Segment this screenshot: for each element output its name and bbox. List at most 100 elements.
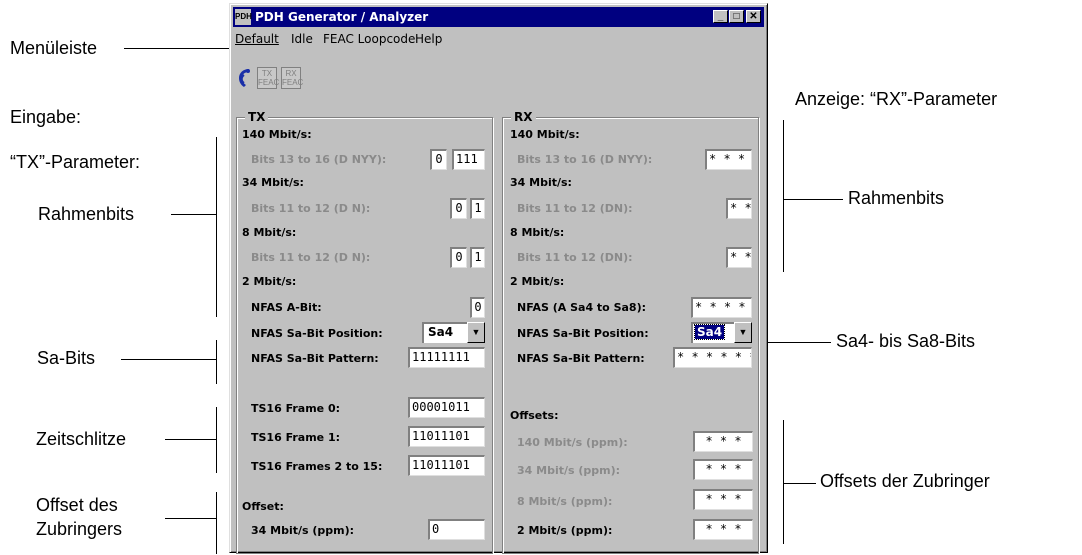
tx-nfas-a-label: NFAS A-Bit:: [251, 301, 322, 314]
app-icon: PDH: [235, 9, 252, 25]
tx-sa-position-label: NFAS Sa-Bit Position:: [251, 327, 383, 340]
tx-8-n-field[interactable]: 1: [470, 247, 485, 268]
tx-timeslots-leader: [165, 439, 216, 440]
rx-offsets-heading: Offsets:: [510, 409, 559, 422]
rx-sa-position-text: Sa4: [693, 324, 726, 340]
tx-ts16-f0-field[interactable]: 00001011: [408, 397, 485, 418]
tx-ts16-f2-label: TS16 Frames 2 to 15:: [251, 460, 383, 473]
tx-timeslots-bracket: [216, 407, 217, 473]
chevron-down-icon[interactable]: ▼: [467, 322, 485, 343]
rx-frame-bits-bracket: [783, 120, 784, 272]
rx-34-heading: 34 Mbit/s:: [510, 176, 572, 189]
maximize-button[interactable]: □: [729, 10, 744, 23]
rx-frame-bits-leader: [783, 199, 843, 200]
tx-8-heading: 8 Mbit/s:: [242, 226, 297, 239]
menu-idle[interactable]: Idle: [291, 32, 313, 46]
input-annotation-line2: “TX”-Parameter:: [10, 152, 141, 172]
tx-34-bits-label: Bits 11 to 12 (D N):: [251, 202, 371, 215]
menubar-leader-line: [124, 48, 229, 49]
rx-display-annotation: Anzeige: “RX”-Parameter: [795, 89, 998, 109]
tx-140-bits-label: Bits 13 to 16 (D NYY):: [251, 153, 387, 166]
rx-nfas-label: NFAS (A Sa4 to Sa8):: [517, 301, 646, 314]
tx-sa-bits-bracket: [216, 340, 217, 384]
tx-sa-pattern-field[interactable]: 11111111: [408, 347, 485, 368]
tx-34-heading: 34 Mbit/s:: [242, 176, 304, 189]
tx-offset-annotation-line1: Offset des: [36, 495, 118, 515]
rx-sa-bits-annotation: Sa4- bis Sa8-Bits: [836, 331, 976, 351]
rx-feac-icon[interactable]: RX FEAC: [281, 67, 304, 89]
rx-sa-position-label: NFAS Sa-Bit Position:: [517, 327, 649, 340]
rx-group: RX 140 Mbit/s: Bits 13 to 16 (D NYY): * …: [502, 110, 759, 554]
tx-sa-bits-leader: [121, 359, 216, 360]
rx-off34-field: * * *: [693, 459, 753, 480]
tx-feac-line1: TX: [261, 69, 273, 78]
tx-nfas-a-field[interactable]: 0: [470, 297, 485, 318]
tx-offset-heading: Offset:: [242, 500, 284, 513]
rx-2-heading: 2 Mbit/s:: [510, 275, 565, 288]
rx-off2-field: * * *: [693, 519, 753, 540]
rx-8-bits-field: * *: [726, 247, 752, 268]
rx-group-title: RX: [511, 110, 536, 124]
tx-140-d-field[interactable]: 0: [430, 149, 447, 170]
chevron-down-icon[interactable]: ▼: [734, 322, 752, 343]
rx-offsets-annotation: Offsets der Zubringer: [820, 471, 990, 491]
rx-34-bits-field: * *: [726, 198, 752, 219]
tx-frame-bits-annotation: Rahmenbits: [38, 204, 135, 224]
rx-off140-label: 140 Mbit/s (ppm):: [517, 436, 628, 449]
rx-offsets-leader: [783, 483, 816, 484]
rx-off140-field: * * *: [693, 431, 753, 452]
rx-8-bits-label: Bits 11 to 12 (DN):: [517, 251, 633, 264]
rx-140-bits-field: * * * *: [705, 149, 752, 170]
rx-off2-label: 2 Mbit/s (ppm):: [517, 524, 613, 537]
menu-feac-loopcode[interactable]: FEAC Loopcode: [323, 32, 415, 46]
tx-2-heading: 2 Mbit/s:: [242, 275, 297, 288]
tx-feac-line2: FEAC: [258, 78, 280, 87]
input-annotation-line1: Eingabe:: [10, 107, 82, 127]
rx-140-bits-label: Bits 13 to 16 (D NYY):: [517, 153, 653, 166]
tx-sa-position-value: Sa4: [422, 322, 467, 343]
menu-help[interactable]: Help: [415, 32, 442, 46]
rx-feac-line2: FEAC: [282, 78, 304, 87]
tx-offset34-field[interactable]: 0: [428, 519, 485, 540]
tx-offset-leader: [165, 518, 216, 519]
tx-34-d-field[interactable]: 0: [450, 198, 467, 219]
tx-sa-position-select[interactable]: Sa4 ▼: [422, 322, 485, 343]
tx-8-d-field[interactable]: 0: [450, 247, 467, 268]
tx-sa-bits-annotation: Sa-Bits: [37, 348, 96, 368]
rx-sa-bits-leader: [757, 342, 831, 343]
rx-sa-pattern-field: * * * * * * * *: [673, 347, 752, 368]
tx-ts16-f2-field[interactable]: 11011101: [408, 455, 485, 476]
rx-off34-label: 34 Mbit/s (ppm):: [517, 464, 621, 477]
tx-ts16-f1-label: TS16 Frame 1:: [251, 431, 341, 444]
rx-nfas-field: * * * * *: [691, 297, 752, 318]
tx-sa-pattern-label: NFAS Sa-Bit Pattern:: [251, 352, 379, 365]
tx-ts16-f1-field[interactable]: 11011101: [408, 426, 485, 447]
rx-off8-field: * * *: [693, 489, 753, 510]
tx-140-nyy-field[interactable]: 111: [452, 149, 485, 170]
window-title: PDH Generator / Analyzer: [255, 10, 429, 24]
tx-timeslots-annotation: Zeitschlitze: [36, 429, 127, 449]
menu-bar: Default Idle FEAC Loopcode Help: [233, 29, 764, 49]
analyzer-logo-icon[interactable]: [235, 67, 253, 89]
tx-group-title: TX: [245, 110, 269, 124]
tx-offset34-label: 34 Mbit/s (ppm):: [251, 524, 355, 537]
rx-off8-label: 8 Mbit/s (ppm):: [517, 495, 613, 508]
rx-140-heading: 140 Mbit/s:: [510, 128, 580, 141]
menu-default[interactable]: Default: [235, 32, 279, 46]
tx-offset-annotation-line2: Zubringers: [36, 519, 123, 539]
rx-offsets-bracket: [783, 420, 784, 544]
title-bar[interactable]: PDH PDH Generator / Analyzer _ □ ✕: [233, 7, 764, 27]
tx-34-n-field[interactable]: 1: [470, 198, 485, 219]
tx-feac-icon[interactable]: TX FEAC: [257, 67, 280, 89]
minimize-button[interactable]: _: [713, 10, 728, 23]
tx-frame-bits-bracket: [216, 137, 217, 317]
tx-140-heading: 140 Mbit/s:: [242, 128, 312, 141]
rx-sa-position-select[interactable]: Sa4 ▼: [691, 322, 752, 343]
rx-feac-line1: RX: [285, 69, 297, 78]
rx-frame-bits-annotation: Rahmenbits: [848, 188, 945, 208]
tx-frame-bits-leader: [171, 214, 216, 215]
tx-8-bits-label: Bits 11 to 12 (D N):: [251, 251, 371, 264]
close-button[interactable]: ✕: [746, 10, 761, 23]
menubar-annotation: Menüleiste: [10, 38, 98, 58]
pdh-window: PDH PDH Generator / Analyzer _ □ ✕ Defau…: [229, 3, 768, 554]
